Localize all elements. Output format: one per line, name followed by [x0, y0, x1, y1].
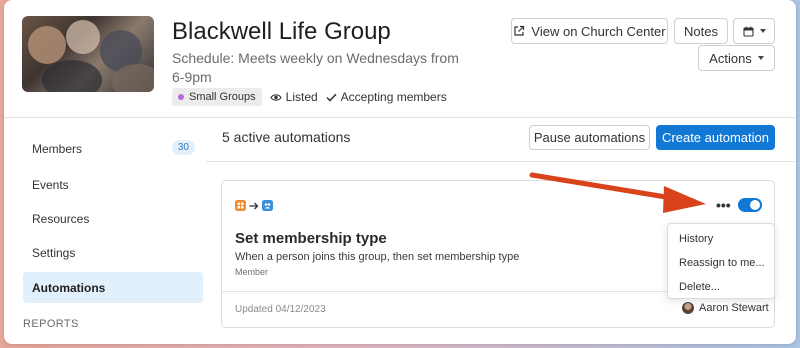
group-type-dot-icon	[178, 94, 184, 100]
calendar-icon	[742, 26, 754, 37]
notes-label: Notes	[684, 23, 718, 39]
toggle-knob	[750, 200, 760, 210]
page-title: Blackwell Life Group	[172, 18, 391, 45]
pause-automations-button[interactable]: Pause automations	[529, 125, 650, 150]
sidebar-item-resources[interactable]: Resources	[23, 203, 203, 234]
sidebar-item-automations[interactable]: Automations	[23, 272, 203, 303]
sidebar-item-label: Settings	[32, 245, 76, 260]
membership-type-value: Member	[235, 267, 269, 277]
listed-label: Listed	[285, 90, 318, 104]
sidebar-item-label: Events	[32, 177, 69, 192]
menu-item-delete[interactable]: Delete...	[679, 281, 720, 293]
action-app-icon	[262, 200, 273, 211]
sidebar-item-label: Resources	[32, 211, 90, 226]
last-updated-text: Updated 04/12/2023	[235, 304, 326, 315]
avatar	[682, 302, 694, 314]
divider	[206, 161, 796, 162]
automation-description: When a person joins this group, then set…	[235, 251, 520, 263]
pause-automations-label: Pause automations	[533, 130, 646, 145]
sidebar-item-members[interactable]: Members 30	[23, 133, 203, 164]
menu-item-history[interactable]: History	[679, 233, 713, 245]
sidebar-item-label: Automations	[32, 280, 106, 295]
sidebar-item-label: Members	[32, 141, 83, 156]
automation-flow-icons	[235, 200, 273, 211]
accepting-status: Accepting members	[326, 90, 447, 104]
group-type-label: Small Groups	[189, 91, 256, 103]
external-link-icon	[514, 25, 525, 36]
app-window: Blackwell Life Group Schedule: Meets wee…	[4, 0, 796, 344]
actions-label: Actions	[709, 50, 752, 66]
members-count-badge: 30	[171, 140, 195, 155]
automation-owner: Aaron Stewart	[682, 302, 769, 314]
group-header: Blackwell Life Group Schedule: Meets wee…	[4, 0, 796, 118]
create-automation-button[interactable]: Create automation	[656, 125, 775, 150]
sidebar: Members 30 Events Resources Settings Aut…	[4, 119, 206, 344]
group-tags: Small Groups Listed Accepting members	[172, 88, 447, 106]
automation-options-menu: History Reassign to me... Delete...	[667, 223, 775, 299]
view-on-church-center-label: View on Church Center	[531, 23, 666, 39]
active-automations-count: 5 active automations	[222, 129, 351, 145]
menu-item-reassign[interactable]: Reassign to me...	[679, 257, 765, 269]
trigger-app-icon	[235, 200, 246, 211]
owner-name: Aaron Stewart	[699, 302, 769, 314]
view-on-church-center-button[interactable]: View on Church Center	[511, 18, 668, 44]
sidebar-item-settings[interactable]: Settings	[23, 237, 203, 268]
automation-title: Set membership type	[235, 230, 387, 247]
group-type-badge[interactable]: Small Groups	[172, 88, 262, 106]
reports-section-heading: REPORTS	[23, 318, 79, 330]
calendar-dropdown-button[interactable]	[733, 18, 775, 44]
check-icon	[326, 93, 337, 102]
actions-dropdown-button[interactable]: Actions	[698, 45, 775, 71]
automation-enabled-toggle[interactable]	[738, 198, 762, 212]
chevron-down-icon	[757, 56, 764, 60]
chevron-down-icon	[759, 29, 766, 33]
group-photo	[22, 16, 154, 92]
listed-status: Listed	[270, 90, 318, 104]
sidebar-item-events[interactable]: Events	[23, 169, 203, 200]
create-automation-label: Create automation	[662, 130, 769, 145]
eye-icon	[270, 93, 282, 101]
schedule-text: Schedule: Meets weekly on Wednesdays fro…	[172, 50, 459, 85]
notes-button[interactable]: Notes	[674, 18, 728, 44]
arrow-right-icon	[249, 202, 259, 209]
accepting-label: Accepting members	[340, 90, 447, 104]
more-options-icon[interactable]: •••	[716, 198, 731, 212]
